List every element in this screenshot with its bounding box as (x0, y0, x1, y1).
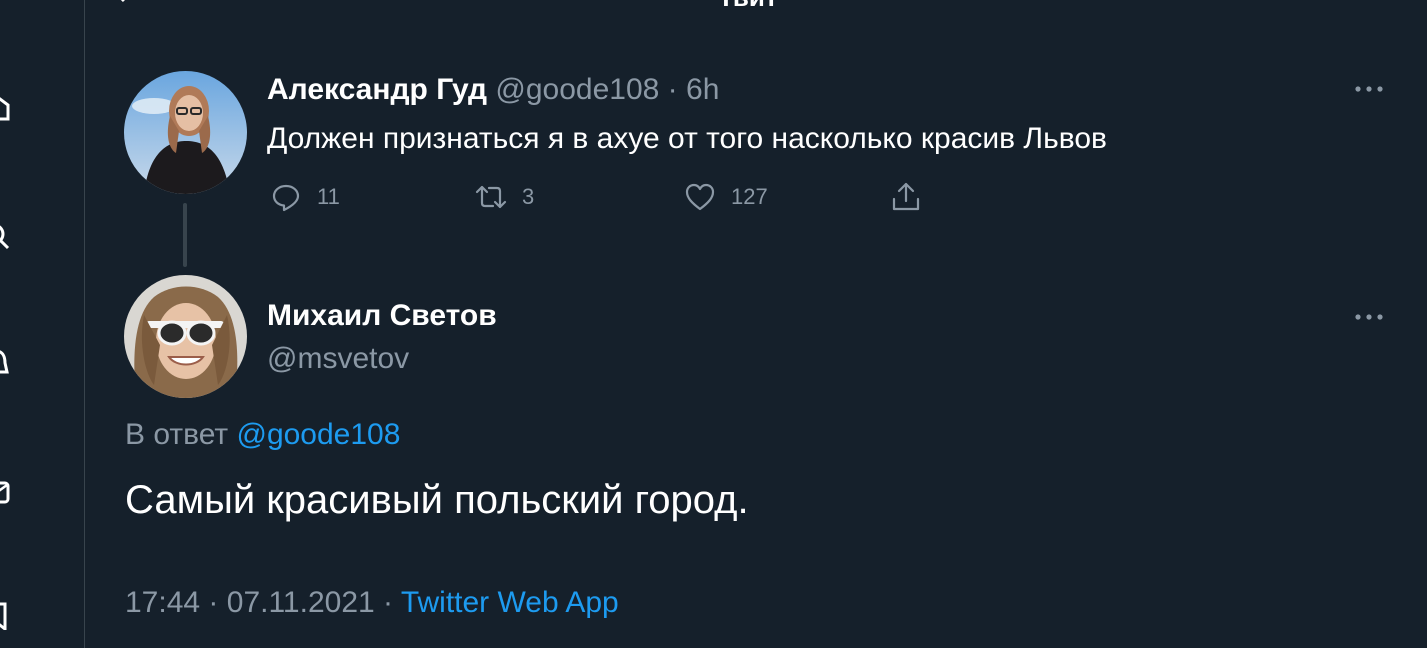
share-button[interactable] (890, 178, 922, 216)
notifications-icon[interactable] (0, 348, 10, 376)
home-icon[interactable] (0, 93, 10, 121)
author-name[interactable]: Александр Гуд (267, 73, 487, 106)
replying-to-line: В ответ @goode108 (125, 417, 400, 453)
parent-tweet-header: Александр Гуд @goode108 · 6h (267, 72, 719, 108)
bookmarks-icon[interactable] (0, 602, 10, 630)
thread-connector (183, 203, 187, 267)
page-title: Твит (718, 0, 778, 10)
parent-tweet-text: Должен признаться я в ахуе от того наско… (267, 122, 1107, 155)
retweet-icon (475, 185, 507, 209)
source-link[interactable]: Twitter Web App (401, 586, 619, 619)
more-dots-icon (1355, 314, 1383, 320)
author-handle[interactable]: @msvetov (267, 341, 409, 377)
like-button[interactable]: 127 (684, 178, 768, 216)
tweet-time[interactable]: 6h (686, 73, 719, 106)
tweet-time[interactable]: 17:44 (125, 586, 200, 619)
replying-to-handle-link[interactable]: @goode108 (236, 418, 400, 451)
more-button[interactable] (1354, 312, 1384, 322)
tweet-detail-page: Твит Александр Гуд @goode108 · 6h (0, 0, 1427, 648)
avatar[interactable] (124, 275, 247, 398)
tweet-date[interactable]: 07.11.2021 (227, 586, 375, 619)
author-handle[interactable]: @goode108 (495, 73, 659, 106)
replying-to-label: В ответ (125, 418, 229, 451)
arrow-left-icon (120, 0, 125, 3)
share-icon (892, 182, 920, 211)
tweet-timestamp: 17:44 · 07.11.2021 · Twitter Web App (125, 585, 619, 621)
author-name[interactable]: Михаил Светов (267, 298, 497, 334)
reply-tweet-text: Самый красивый польский город. (125, 478, 749, 522)
sidebar-nav (0, 0, 85, 648)
avatar[interactable] (124, 71, 247, 194)
more-button[interactable] (1354, 84, 1384, 94)
messages-icon[interactable] (0, 478, 10, 506)
meta-separator: · (667, 73, 678, 106)
avatar-photo (124, 275, 247, 398)
back-button[interactable] (110, 0, 136, 4)
avatar-photo (124, 71, 247, 194)
meta-separator: · (383, 586, 394, 619)
heart-icon (685, 183, 715, 211)
meta-separator: · (208, 586, 219, 619)
retweet-button[interactable]: 3 (475, 178, 534, 216)
tweet-actions: 11 3 127 (270, 178, 970, 216)
retweet-count: 3 (522, 184, 535, 209)
speech-bubble-icon (272, 184, 300, 212)
reply-button[interactable]: 11 (270, 178, 340, 216)
more-dots-icon (1355, 86, 1383, 92)
search-icon[interactable] (0, 222, 10, 250)
like-count: 127 (731, 184, 768, 209)
reply-count: 11 (317, 184, 340, 209)
